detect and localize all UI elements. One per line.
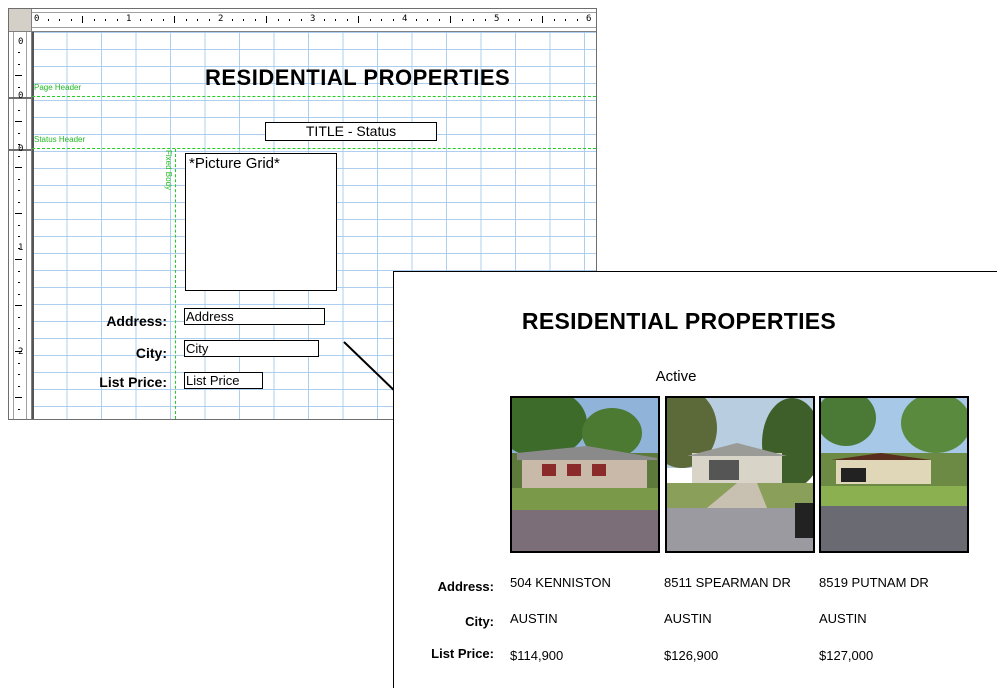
preview-list-price-label: List Price: [431, 646, 494, 661]
designer-report-title[interactable]: RESIDENTIAL PROPERTIES [205, 65, 510, 91]
ruler-corner [9, 9, 32, 32]
status-header-band-line[interactable] [32, 148, 596, 149]
designer-status-field[interactable]: TITLE - Status [265, 122, 437, 141]
ruler-number: 2 [18, 347, 24, 357]
property-3-address: 8519 PUTNAM DR [819, 575, 929, 590]
ruler-number: 4 [402, 14, 408, 24]
ruler-number: 0 [18, 91, 24, 101]
ruler-number: 1 [126, 14, 132, 24]
ruler-number: 0 [18, 144, 24, 154]
ruler-number: 6 [586, 14, 592, 24]
ruler-number: 1 [18, 243, 24, 253]
ruler-number: 2 [218, 14, 224, 24]
property-2-address: 8511 SPEARMAN DR [664, 575, 791, 590]
designer-picture-grid[interactable]: *Picture Grid* [185, 153, 337, 291]
ruler-number: 0 [18, 37, 24, 47]
ruler-number: 5 [494, 14, 500, 24]
designer-address-field[interactable]: Address [184, 308, 325, 325]
vertical-ruler: 0 0 0 1 2 [9, 32, 32, 419]
property-3-city: AUSTIN [819, 611, 867, 626]
ruler-number: 0 [34, 14, 40, 24]
page-header-band-label: Page Header [34, 83, 82, 92]
horizontal-ruler: 0 1 2 3 4 5 6 [32, 9, 596, 32]
designer-city-label: City: [135, 345, 167, 361]
property-1-city: AUSTIN [510, 611, 558, 626]
property-1-address: 504 KENNISTON [510, 575, 611, 590]
property-2-price: $126,900 [664, 648, 719, 663]
designer-list-price-label: List Price: [99, 374, 167, 390]
property-photo-2 [665, 396, 815, 553]
preview-report-title: RESIDENTIAL PROPERTIES [521, 308, 837, 334]
preview-status-text: Active [655, 368, 697, 385]
preview-city-label: City: [465, 614, 494, 629]
status-header-band-label: Status Header [34, 135, 86, 144]
designer-list-price-field[interactable]: List Price [184, 372, 263, 389]
ruler-number: 3 [310, 14, 316, 24]
property-1-price: $114,900 [510, 648, 564, 663]
fixed-body-band-line[interactable] [175, 149, 176, 419]
property-2-city: AUSTIN [664, 611, 712, 626]
designer-city-field[interactable]: City [184, 340, 319, 357]
preview-address-label: Address: [437, 579, 494, 594]
property-photo-1 [510, 396, 660, 553]
page-header-band-line[interactable] [32, 96, 596, 97]
designer-address-label: Address: [106, 313, 167, 329]
fixed-body-band-label: Fixed Body [164, 150, 173, 191]
property-photo-3 [819, 396, 969, 553]
report-preview-window: RESIDENTIAL PROPERTIES Active Address: C… [393, 271, 997, 688]
property-3-price: $127,000 [819, 648, 874, 663]
